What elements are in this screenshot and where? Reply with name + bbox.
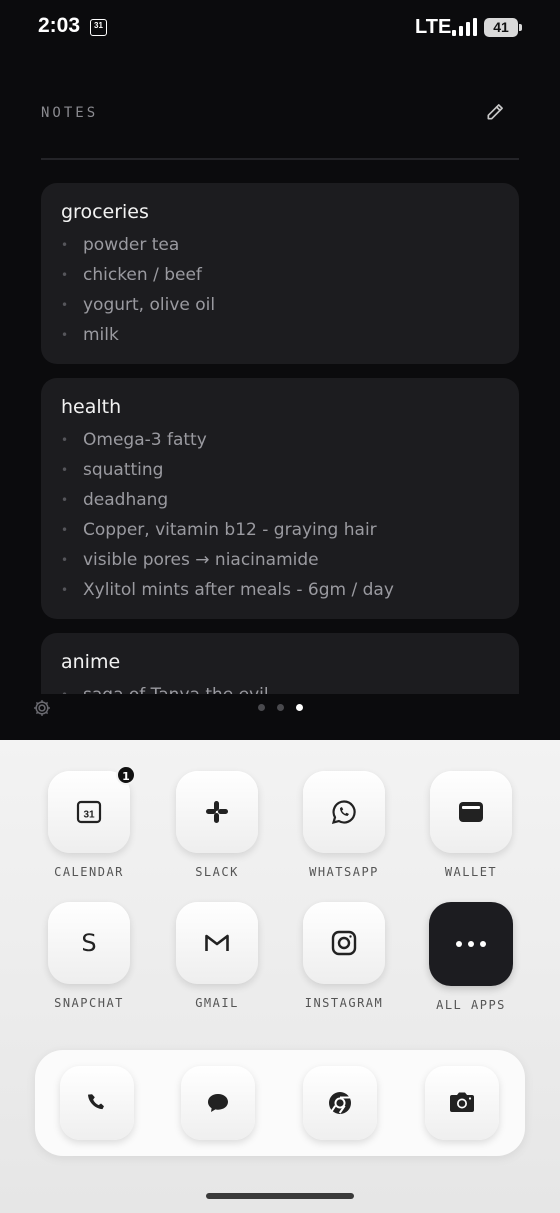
note-item: visible pores → niacinamide bbox=[61, 545, 499, 575]
app-label-calendar: CALENDAR bbox=[54, 865, 124, 879]
app-slack[interactable]: SLACK bbox=[162, 771, 272, 879]
note-item-list: saga of Tanya the evil bbox=[61, 680, 499, 694]
gmail-icon[interactable] bbox=[176, 902, 258, 984]
app-label-whatsapp: WHATSAPP bbox=[309, 865, 379, 879]
notes-list[interactable]: groceries powder teachicken / beefyogurt,… bbox=[41, 183, 519, 694]
app-all-apps[interactable]: ALL APPS bbox=[416, 902, 526, 1012]
app-label-wallet: WALLET bbox=[444, 865, 498, 879]
note-item: Xylitol mints after meals - 6gm / day bbox=[61, 575, 499, 605]
page-dot bbox=[296, 704, 303, 711]
note-item: chicken / beef bbox=[61, 260, 499, 290]
note-item: milk bbox=[61, 320, 499, 350]
notification-badge: 1 bbox=[116, 765, 136, 785]
slack-icon[interactable] bbox=[176, 771, 258, 853]
app-calendar[interactable]: 31 1 CALENDAR bbox=[34, 765, 144, 879]
note-item-list: Omega-3 fattysquattingdeadhangCopper, vi… bbox=[61, 425, 499, 605]
page-dot bbox=[258, 704, 265, 711]
home-indicator[interactable] bbox=[206, 1193, 354, 1199]
dock bbox=[35, 1050, 525, 1156]
note-item: yogurt, olive oil bbox=[61, 290, 499, 320]
note-card-title: health bbox=[61, 396, 122, 418]
app-whatsapp[interactable]: WHATSAPP bbox=[289, 771, 399, 879]
note-item: squatting bbox=[61, 455, 499, 485]
camera-icon[interactable] bbox=[425, 1066, 499, 1140]
wallet-icon[interactable] bbox=[430, 771, 512, 853]
note-card-title: anime bbox=[61, 651, 121, 673]
notes-title: NOTES bbox=[41, 105, 99, 121]
calendar-notification-icon: 31 bbox=[90, 19, 107, 36]
app-instagram[interactable]: INSTAGRAM bbox=[289, 902, 399, 1010]
calendar-icon[interactable]: 31 1 bbox=[48, 765, 136, 853]
edit-pencil-icon[interactable] bbox=[485, 102, 505, 122]
status-time: 2:03 bbox=[38, 14, 81, 37]
phone-icon[interactable] bbox=[60, 1066, 134, 1140]
note-item: powder tea bbox=[61, 230, 499, 260]
app-label-slack: SLACK bbox=[195, 865, 239, 879]
notes-divider bbox=[41, 158, 519, 160]
note-card-title: groceries bbox=[61, 201, 149, 223]
note-item: Omega-3 fatty bbox=[61, 425, 499, 455]
app-gmail[interactable]: GMAIL bbox=[162, 902, 272, 1010]
network-type: LTE bbox=[415, 16, 452, 38]
battery-icon: 41 bbox=[484, 18, 522, 37]
instagram-icon[interactable] bbox=[303, 902, 385, 984]
app-label-instagram: INSTAGRAM bbox=[304, 996, 384, 1010]
signal-icon bbox=[452, 18, 478, 36]
note-card[interactable]: health Omega-3 fattysquattingdeadhangCopp… bbox=[41, 378, 519, 619]
status-bar: 2:03 31 LTE 41 bbox=[0, 0, 560, 60]
app-snapchat[interactable]: S SNAPCHAT bbox=[34, 902, 144, 1010]
page-dot bbox=[277, 704, 284, 711]
snapchat-icon[interactable]: S bbox=[48, 902, 130, 984]
chrome-icon[interactable] bbox=[303, 1066, 377, 1140]
page-indicator bbox=[258, 704, 303, 712]
notes-header: NOTES bbox=[41, 102, 519, 135]
whatsapp-icon[interactable] bbox=[303, 771, 385, 853]
note-item: Copper, vitamin b12 - graying hair bbox=[61, 515, 499, 545]
app-label-gmail: GMAIL bbox=[195, 996, 239, 1010]
note-card[interactable]: anime saga of Tanya the evil bbox=[41, 633, 519, 694]
app-label-all-apps: ALL APPS bbox=[436, 998, 506, 1012]
more-dots-icon[interactable] bbox=[429, 902, 513, 986]
note-item: saga of Tanya the evil bbox=[61, 680, 499, 694]
app-wallet[interactable]: WALLET bbox=[416, 771, 526, 879]
app-launcher: 31 1 CALENDAR SLACK WHATSAPP WALLET S SN… bbox=[0, 740, 560, 1213]
snapchat-glyph: S bbox=[81, 929, 97, 957]
calendar-icon-date: 31 bbox=[83, 810, 95, 821]
app-label-snapchat: SNAPCHAT bbox=[54, 996, 124, 1010]
messages-icon[interactable] bbox=[181, 1066, 255, 1140]
settings-gear-icon[interactable] bbox=[32, 698, 52, 718]
note-item: deadhang bbox=[61, 485, 499, 515]
note-item-list: powder teachicken / beefyogurt, olive oi… bbox=[61, 230, 499, 350]
note-card[interactable]: groceries powder teachicken / beefyogurt,… bbox=[41, 183, 519, 364]
